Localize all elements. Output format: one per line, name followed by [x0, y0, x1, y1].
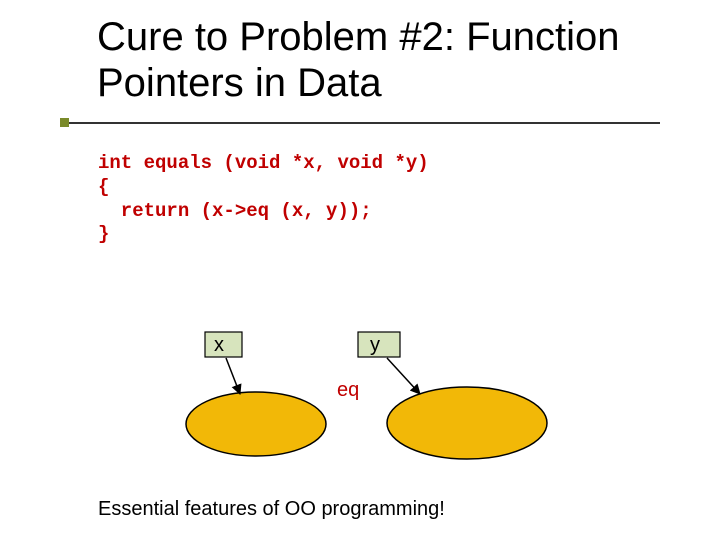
arrow-y-to-object [387, 358, 420, 394]
eq-label: eq [337, 379, 359, 401]
title-rule-accent [60, 118, 69, 127]
code-block: int equals (void *x, void *y) { return (… [98, 152, 429, 247]
x-object-ellipse [186, 392, 326, 456]
y-box [358, 332, 400, 357]
slide: Cure to Problem #2: Function Pointers in… [0, 0, 720, 540]
y-label: y [370, 334, 380, 356]
x-box [205, 332, 242, 357]
arrow-x-to-object [226, 358, 240, 394]
y-object-ellipse [387, 387, 547, 459]
caption: Essential features of OO programming! [98, 498, 445, 521]
x-label: x [214, 334, 224, 356]
page-title: Cure to Problem #2: Function Pointers in… [97, 14, 657, 106]
title-rule [60, 122, 660, 124]
